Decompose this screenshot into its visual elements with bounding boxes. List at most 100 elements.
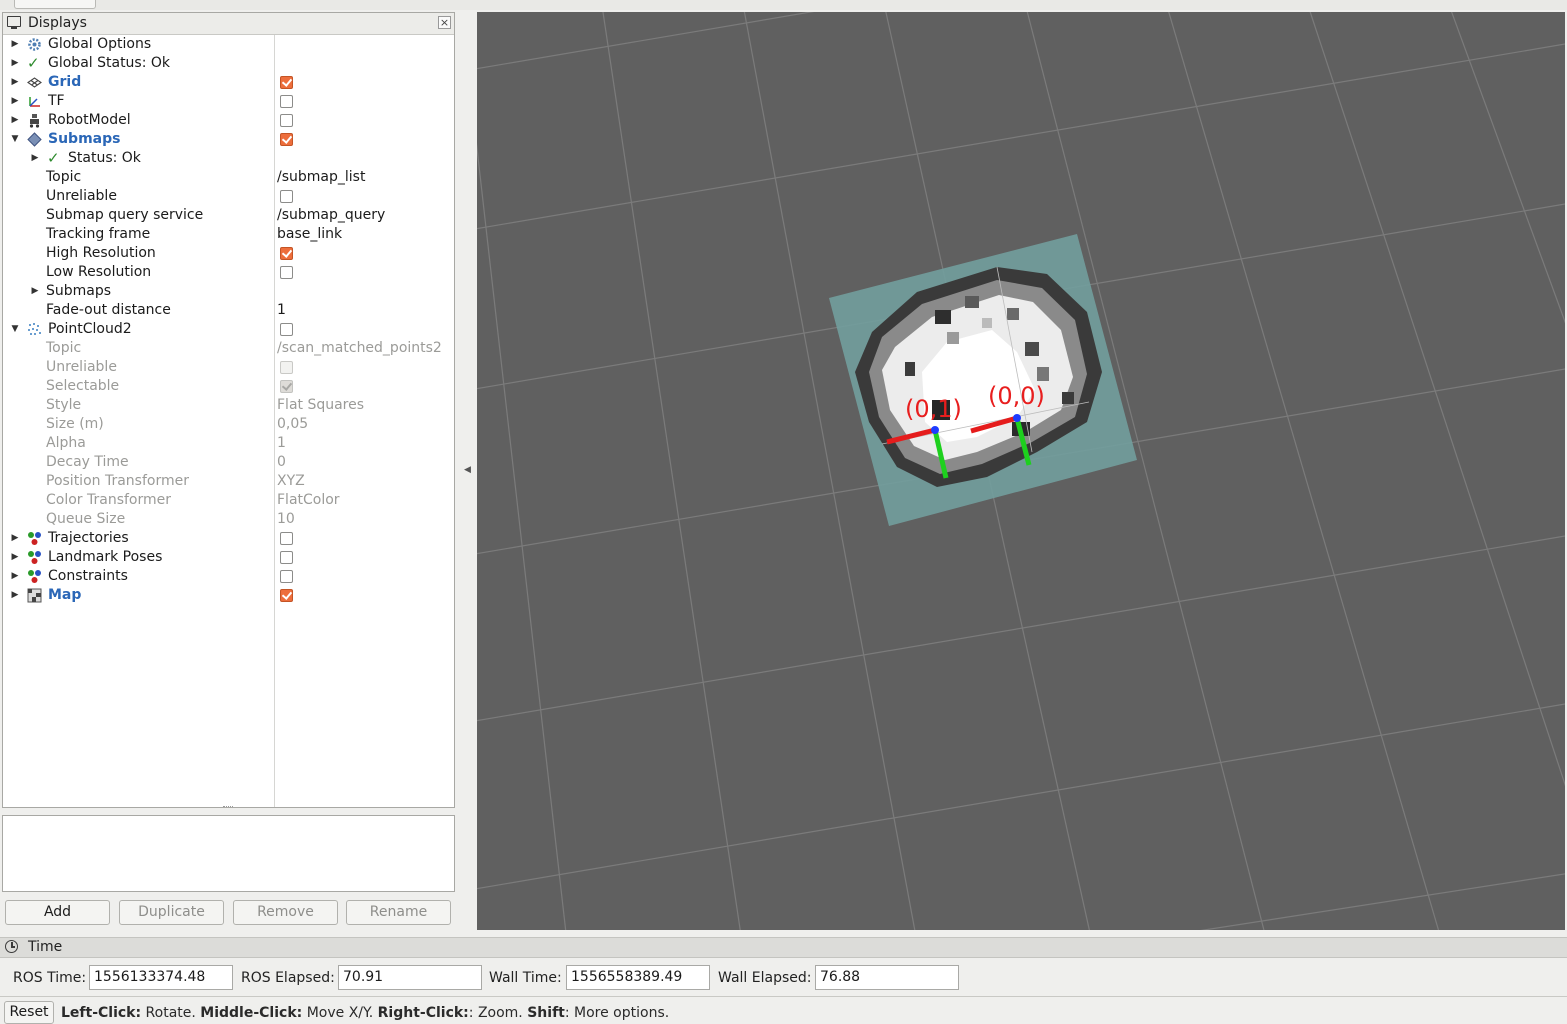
expand-arrow-icon[interactable]: ▶ [10, 92, 20, 111]
high-resolution-checkbox[interactable] [280, 247, 293, 260]
property-value[interactable]: /submap_list [277, 168, 365, 187]
property-label: Style [46, 397, 82, 413]
wall-elapsed-field[interactable]: 76.88 [815, 965, 959, 990]
expand-arrow-icon[interactable]: ▶ [30, 282, 40, 301]
tree-item-global-options[interactable]: ▶ Global Options [3, 35, 454, 54]
landmark-poses-enabled-checkbox[interactable] [280, 551, 293, 564]
property-high-resolution[interactable]: High Resolution [3, 244, 454, 263]
tree-item-global-status[interactable]: ▶ ✓ Global Status: Ok [3, 54, 454, 73]
wall-time-label: Wall Time: [489, 970, 562, 986]
pointcloud2-enabled-checkbox[interactable] [280, 323, 293, 336]
property-query-service[interactable]: Submap query service /submap_query [3, 206, 454, 225]
property-pc-size: Size (m) 0,05 [3, 415, 454, 434]
tree-item-label: Status: Ok [68, 150, 141, 166]
viewport-canvas[interactable] [477, 12, 1565, 930]
displays-title-bar: Displays × [3, 13, 454, 35]
property-value: XYZ [277, 473, 305, 489]
panel-splitter-handle[interactable] [223, 806, 233, 810]
tree-item-label: Submaps [48, 131, 121, 147]
constraints-enabled-checkbox[interactable] [280, 570, 293, 583]
hint-more: : More options. [564, 1005, 670, 1021]
property-value: 10 [277, 511, 295, 527]
expand-arrow-icon[interactable]: ▶ [10, 586, 20, 605]
property-unreliable[interactable]: Unreliable [3, 187, 454, 206]
expand-arrow-icon[interactable]: ▶ [10, 548, 20, 567]
ros-elapsed-field[interactable]: 70.91 [338, 965, 482, 990]
property-value[interactable]: /submap_query [277, 206, 385, 225]
tree-item-label: TF [48, 93, 65, 109]
property-pc-selectable: Selectable [3, 377, 454, 396]
hint-right-click: Right-Click: [377, 1005, 469, 1021]
tree-item-landmark-poses[interactable]: ▶ Landmark Poses [3, 548, 454, 567]
expand-arrow-icon[interactable]: ▶ [10, 529, 20, 548]
tree-item-label: Global Options [48, 36, 152, 52]
tree-item-submaps-status[interactable]: ▶ ✓ Status: Ok [3, 149, 454, 168]
expand-arrow-icon[interactable]: ▶ [10, 111, 20, 130]
tree-item-label: RobotModel [48, 112, 131, 128]
hint-move: Move X/Y. [302, 1005, 378, 1021]
property-pc-decay: Decay Time 0 [3, 453, 454, 472]
trajectories-enabled-checkbox[interactable] [280, 532, 293, 545]
remove-button[interactable]: Remove [233, 900, 338, 925]
clock-icon [5, 940, 18, 953]
rename-button[interactable]: Rename [346, 900, 451, 925]
tree-item-label: Map [48, 587, 82, 603]
submaps-icon [27, 132, 42, 147]
property-tracking-frame[interactable]: Tracking frame base_link [3, 225, 454, 244]
submaps-enabled-checkbox[interactable] [280, 133, 293, 146]
property-pc-position-transformer: Position Transformer XYZ [3, 472, 454, 491]
tree-item-label: Global Status: Ok [48, 55, 171, 71]
unreliable-checkbox[interactable] [280, 190, 293, 203]
property-label: Selectable [46, 378, 120, 394]
property-label: Position Transformer [46, 473, 189, 489]
add-button[interactable]: Add [5, 900, 110, 925]
robot-icon [29, 114, 40, 128]
robotmodel-enabled-checkbox[interactable] [280, 114, 293, 127]
ros-time-field[interactable]: 1556133374.48 [89, 965, 233, 990]
wall-time-field[interactable]: 1556558389.49 [566, 965, 710, 990]
tree-item-trajectories[interactable]: ▶ Trajectories [3, 529, 454, 548]
grid-enabled-checkbox[interactable] [280, 76, 293, 89]
tree-item-grid[interactable]: ▶ Grid [3, 73, 454, 92]
property-fade-out[interactable]: Fade-out distance 1 [3, 301, 454, 320]
gear-icon [28, 38, 41, 51]
tree-item-tf[interactable]: ▶ TF [3, 92, 454, 111]
toolbar-tab[interactable] [14, 0, 96, 9]
tree-item-submaps[interactable]: ▼ Submaps [3, 130, 454, 149]
property-label: Tracking frame [46, 226, 151, 242]
tree-item-map[interactable]: ▶ Map [3, 586, 454, 605]
property-label: Topic [46, 340, 82, 356]
collapse-arrow-icon[interactable]: ▼ [10, 130, 20, 149]
expand-arrow-icon[interactable]: ▶ [10, 35, 20, 54]
duplicate-button[interactable]: Duplicate [119, 900, 224, 925]
tree-item-pointcloud2[interactable]: ▼ PointCloud2 [3, 320, 454, 339]
expand-arrow-icon[interactable]: ▶ [30, 149, 40, 168]
expand-arrow-icon[interactable]: ▶ [10, 567, 20, 586]
property-label: Color Transformer [46, 492, 172, 508]
pc-unreliable-checkbox [280, 361, 293, 374]
close-icon[interactable]: × [438, 16, 451, 29]
tree-item-constraints[interactable]: ▶ Constraints [3, 567, 454, 586]
tf-enabled-checkbox[interactable] [280, 95, 293, 108]
collapse-arrow-icon[interactable]: ▼ [10, 320, 20, 339]
tree-item-submaps-list[interactable]: ▶ Submaps [3, 282, 454, 301]
expand-arrow-icon[interactable]: ▶ [10, 73, 20, 92]
property-label: Queue Size [46, 511, 126, 527]
hint-shift: Shift [527, 1005, 565, 1021]
property-label: Unreliable [46, 359, 117, 375]
render-viewport[interactable]: (0,1) (0,0) [477, 12, 1565, 930]
collapse-left-panel-icon[interactable]: ◀ [464, 465, 471, 475]
tree-item-label: Trajectories [48, 530, 129, 546]
property-topic[interactable]: Topic /submap_list [3, 168, 454, 187]
property-value: 0 [277, 454, 286, 470]
description-area [2, 815, 455, 892]
property-value[interactable]: base_link [277, 225, 342, 244]
tree-item-robotmodel[interactable]: ▶ RobotModel [3, 111, 454, 130]
map-enabled-checkbox[interactable] [280, 589, 293, 602]
low-resolution-checkbox[interactable] [280, 266, 293, 279]
property-low-resolution[interactable]: Low Resolution [3, 263, 454, 282]
tree-item-label: Landmark Poses [48, 549, 163, 565]
reset-button[interactable]: Reset [4, 1001, 54, 1024]
property-value[interactable]: 1 [277, 301, 286, 320]
expand-arrow-icon[interactable]: ▶ [10, 54, 20, 73]
